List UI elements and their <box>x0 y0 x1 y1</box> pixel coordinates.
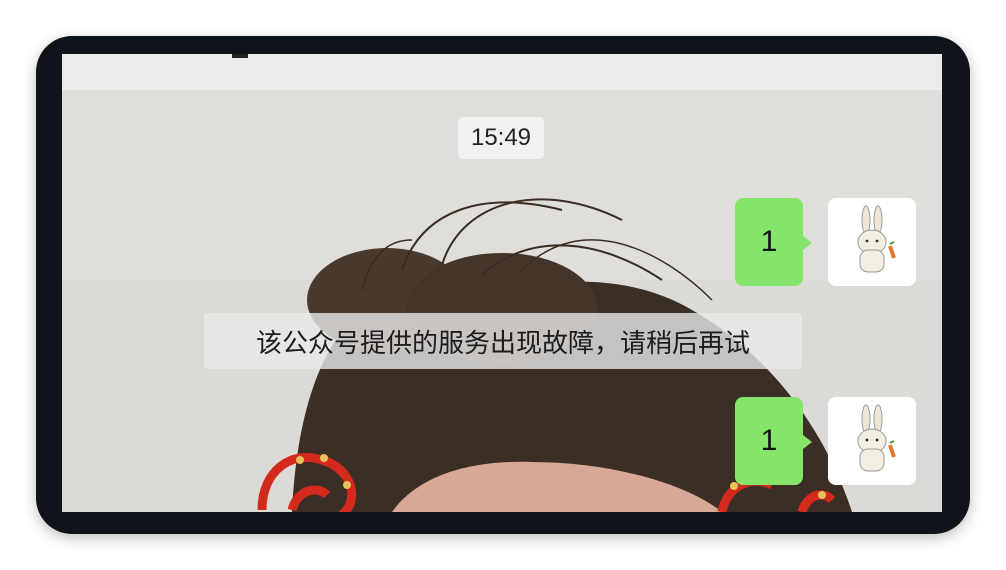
chat-bubble-outgoing[interactable]: 1 <box>735 397 803 485</box>
chat-screen: 15:49 1 该公众号提供的服务出现故障，请稍后再试 1 <box>62 54 942 512</box>
message-timestamp: 15:49 <box>458 117 544 159</box>
rabbit-avatar-icon <box>828 198 916 286</box>
user-avatar[interactable] <box>828 198 916 286</box>
top-bar <box>62 54 942 90</box>
bubble-tail <box>803 435 812 449</box>
status-indicator <box>232 54 248 58</box>
user-avatar[interactable] <box>828 397 916 485</box>
rabbit-avatar-icon <box>828 397 916 485</box>
chat-bubble-outgoing[interactable]: 1 <box>735 198 803 286</box>
bubble-tail <box>803 236 812 250</box>
system-notice: 该公众号提供的服务出现故障，请稍后再试 <box>204 313 802 369</box>
